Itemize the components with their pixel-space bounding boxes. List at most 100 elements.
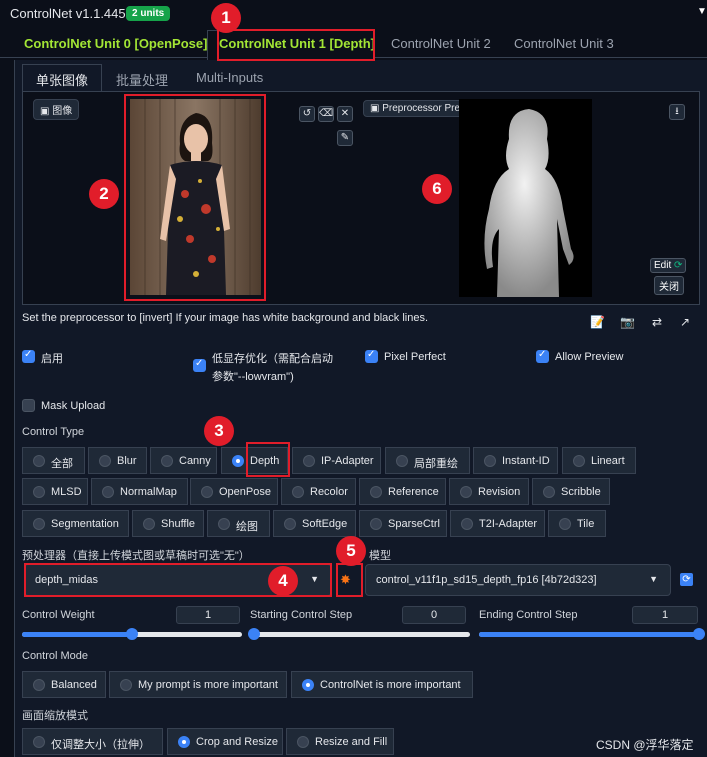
control-mode-option[interactable]: My prompt is more important [109, 671, 287, 698]
radio-dot [461, 518, 473, 530]
close-preview-button[interactable]: 关闭 [654, 276, 684, 295]
starting-step-track[interactable] [250, 632, 470, 637]
radio-dot [178, 736, 190, 748]
lowvram-checkbox[interactable] [193, 358, 206, 372]
control-type-option[interactable]: Canny [150, 447, 217, 474]
radio-dot [33, 455, 45, 467]
control-type-option[interactable]: 绘图 [207, 510, 270, 537]
tab-unit-0[interactable]: ControlNet Unit 0 [OpenPose] [24, 36, 207, 51]
annotation-box-unit-tab [217, 29, 375, 61]
resize-mode-option[interactable]: 仅调整大小（拉伸） [22, 728, 163, 755]
radio-dot [292, 486, 304, 498]
ending-step-thumb[interactable] [693, 628, 705, 640]
control-type-option[interactable]: Segmentation [22, 510, 129, 537]
chevron-down-icon: ▼ [649, 574, 658, 584]
model-dropdown[interactable]: control_v11f1p_sd15_depth_fp16 [4b72d323… [365, 564, 671, 596]
tab-single-image[interactable]: 单张图像 [36, 70, 88, 89]
tab-unit-2[interactable]: ControlNet Unit 2 [391, 36, 491, 51]
enable-checkbox[interactable] [22, 349, 35, 363]
radio-dot [33, 679, 45, 691]
control-type-option[interactable]: Blur [88, 447, 147, 474]
annotation-marker: 3 [204, 416, 234, 446]
control-type-label: Control Type [22, 426, 85, 438]
control-type-option[interactable]: SoftEdge [273, 510, 356, 537]
starting-step-input[interactable]: 0 [402, 606, 466, 624]
pixel-perfect-checkbox[interactable] [365, 349, 378, 363]
control-weight-input[interactable]: 1 [176, 606, 240, 624]
close-icon[interactable]: ✕ [337, 106, 353, 122]
resize-mode-option-selected[interactable]: Crop and Resize [167, 728, 283, 755]
ending-step-input[interactable]: 1 [632, 606, 698, 624]
radio-dot [33, 518, 45, 530]
radio-dot [396, 455, 408, 467]
radio-dot [284, 518, 296, 530]
watermark: CSDN @浮华落定 [596, 738, 694, 752]
radio-dot [218, 518, 230, 530]
annotation-marker: 1 [211, 3, 241, 33]
control-mode-option-selected[interactable]: ControlNet is more important [291, 671, 473, 698]
control-weight-fill [22, 632, 132, 637]
tab-batch[interactable]: 批量处理 [116, 70, 168, 89]
control-type-option[interactable]: Tile [548, 510, 606, 537]
tab-unit-3[interactable]: ControlNet Unit 3 [514, 36, 614, 51]
annotation-marker: 5 [336, 536, 366, 566]
refresh-models-icon[interactable]: ⟳ [680, 573, 693, 586]
control-type-option[interactable]: SparseCtrl [359, 510, 447, 537]
depth-preview-image [459, 99, 592, 297]
control-type-option[interactable]: Scribble [532, 478, 610, 505]
control-type-option[interactable]: Shuffle [132, 510, 204, 537]
resize-mode-option[interactable]: Resize and Fill [286, 728, 394, 755]
tab-multi-inputs[interactable]: Multi-Inputs [196, 70, 263, 85]
send-icon[interactable]: ↗ [680, 315, 690, 329]
edit-button[interactable]: Edit ⟳ [650, 258, 687, 273]
starting-step-thumb[interactable] [248, 628, 260, 640]
radio-dot [201, 486, 213, 498]
mask-upload-checkbox[interactable] [22, 399, 35, 412]
download-icon[interactable]: ⭳ [669, 104, 685, 120]
control-type-option[interactable]: MLSD [22, 478, 88, 505]
annotation-box-depth [246, 442, 290, 477]
swap-icon[interactable]: ⇄ [652, 315, 662, 329]
pixel-perfect-label: Pixel Perfect [384, 351, 446, 363]
annotation-marker: 2 [89, 179, 119, 209]
radio-dot [573, 455, 585, 467]
control-type-option[interactable]: 全部 [22, 447, 85, 474]
ending-step-label: Ending Control Step [479, 609, 578, 621]
resize-mode-label: 画面缩放模式 [22, 710, 88, 722]
erase-icon[interactable]: ⌫ [318, 106, 334, 122]
control-type-option[interactable]: Lineart [562, 447, 636, 474]
control-weight-thumb[interactable] [126, 628, 138, 640]
notes-icon[interactable]: 📝 [590, 315, 605, 329]
radio-dot [297, 736, 309, 748]
mask-upload-label: Mask Upload [41, 400, 106, 412]
control-type-option[interactable]: Recolor [281, 478, 356, 505]
annotation-box-input-image [124, 94, 266, 301]
undo-icon[interactable]: ↺ [299, 106, 315, 122]
radio-dot [99, 455, 111, 467]
control-type-option[interactable]: 局部重绘 [385, 447, 470, 474]
brush-icon[interactable]: ✎ [337, 130, 353, 146]
annotation-marker: 4 [268, 566, 298, 596]
allow-preview-checkbox[interactable] [536, 349, 549, 363]
radio-dot [370, 518, 382, 530]
control-type-option[interactable]: IP-Adapter [292, 447, 381, 474]
control-mode-option[interactable]: Balanced [22, 671, 106, 698]
radio-dot [559, 518, 571, 530]
radio-dot [543, 486, 555, 498]
radio-dot [102, 486, 114, 498]
radio-dot [302, 679, 314, 691]
radio-dot [161, 455, 173, 467]
control-type-option[interactable]: T2I-Adapter [450, 510, 545, 537]
control-type-option[interactable]: NormalMap [91, 478, 188, 505]
starting-step-label: Starting Control Step [250, 609, 353, 621]
image-icon: ▣ [40, 106, 53, 117]
camera-icon[interactable]: 📷 [620, 315, 635, 329]
control-type-option[interactable]: Instant-ID [473, 447, 558, 474]
control-type-option[interactable]: Reference [359, 478, 446, 505]
collapse-icon[interactable]: ▼ [697, 6, 707, 17]
enable-label: 启用 [41, 353, 63, 365]
radio-dot [232, 455, 244, 467]
control-type-option[interactable]: Revision [449, 478, 529, 505]
annotation-box-run [336, 563, 363, 597]
control-type-option[interactable]: OpenPose [190, 478, 278, 505]
